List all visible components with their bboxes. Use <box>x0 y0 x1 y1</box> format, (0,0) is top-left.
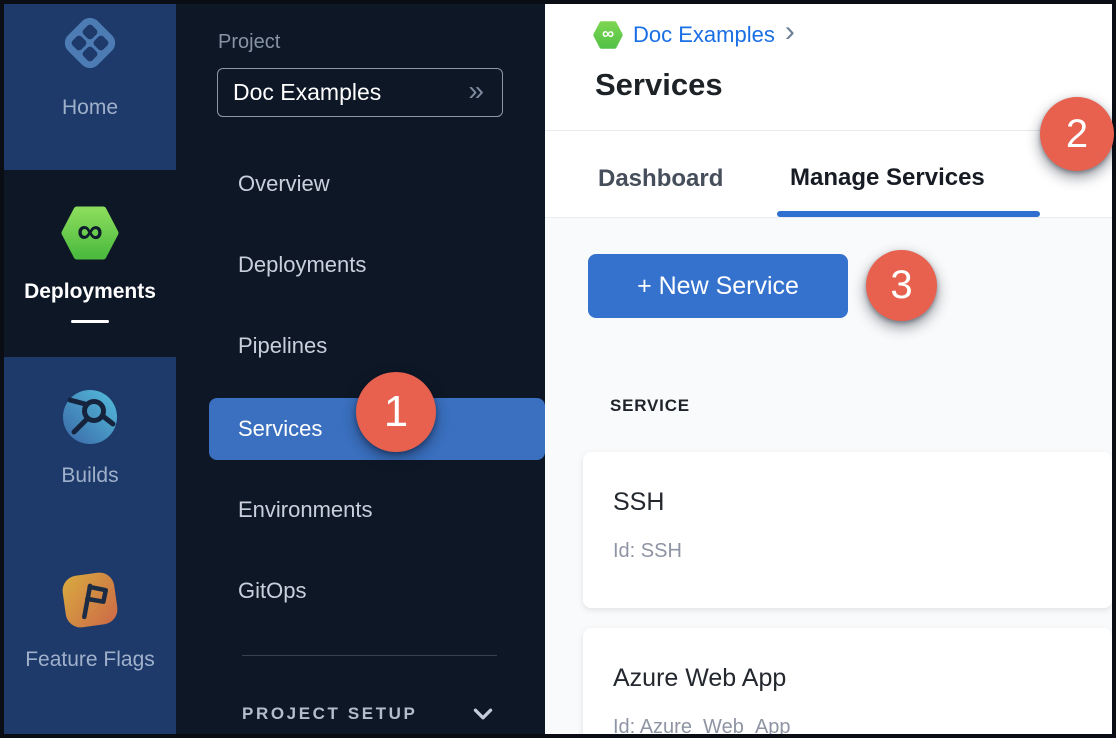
builds-icon[interactable] <box>61 388 119 446</box>
annotation-step-2-badge: 2 <box>1040 97 1114 171</box>
module-rail: Home ∞ Deployments <box>4 4 176 734</box>
breadcrumb-project-link[interactable]: Doc Examples <box>633 22 775 48</box>
new-service-button[interactable]: + New Service <box>588 254 848 318</box>
rail-item-deployments[interactable]: Deployments <box>4 280 176 304</box>
chevron-down-icon <box>470 701 496 727</box>
project-selector[interactable]: Doc Examples » <box>217 68 503 117</box>
annotation-step-3-badge: 3 <box>866 250 937 321</box>
sidebar-item-deployments[interactable]: Deployments <box>209 234 545 296</box>
service-card-azure-web-app[interactable]: Azure Web App Id: Azure_Web_App <box>583 628 1112 734</box>
rail-item-builds[interactable]: Builds <box>4 464 176 488</box>
sidebar-divider <box>242 655 497 656</box>
service-id: Id: SSH <box>613 540 682 563</box>
rail-item-home[interactable]: Home <box>4 96 176 120</box>
sidebar-item-overview[interactable]: Overview <box>209 153 545 215</box>
project-setup-label: PROJECT SETUP <box>242 704 418 724</box>
breadcrumb-chevron-icon: › <box>785 17 795 53</box>
sidebar-item-gitops[interactable]: GitOps <box>209 560 545 622</box>
app-window: Home ∞ Deployments <box>0 0 1116 738</box>
main-content: ∞ Doc Examples › Services Dashboard Mana… <box>545 4 1112 734</box>
header-divider <box>545 130 1112 131</box>
home-icon[interactable] <box>59 12 121 74</box>
breadcrumb: ∞ Doc Examples › <box>593 17 795 53</box>
sidebar-item-environments[interactable]: Environments <box>209 479 545 541</box>
double-chevron-icon: » <box>468 77 484 109</box>
tab-dashboard[interactable]: Dashboard <box>598 165 723 193</box>
project-sidebar: Project Doc Examples » Overview Deployme… <box>176 4 545 734</box>
deployments-icon[interactable]: ∞ <box>61 204 119 262</box>
project-hexagon-icon: ∞ <box>593 20 623 50</box>
rail-item-feature-flags[interactable]: Feature Flags <box>4 648 176 672</box>
service-name: Azure Web App <box>613 664 786 693</box>
tab-manage-services[interactable]: Manage Services <box>790 164 985 192</box>
active-module-underline <box>71 320 109 323</box>
project-name: Doc Examples <box>233 79 381 106</box>
service-id: Id: Azure_Web_App <box>613 716 791 734</box>
service-column-header: SERVICE <box>610 396 690 416</box>
infinity-glyph: ∞ <box>593 20 623 50</box>
page-title: Services <box>595 67 723 103</box>
service-name: SSH <box>613 488 664 517</box>
infinity-glyph: ∞ <box>61 204 119 262</box>
service-card-ssh[interactable]: SSH Id: SSH <box>583 452 1112 608</box>
annotation-step-1-badge: 1 <box>356 372 436 452</box>
services-list-panel: + New Service SERVICE SSH Id: SSH Azure … <box>545 217 1112 734</box>
project-label: Project <box>218 31 280 54</box>
sidebar-item-pipelines[interactable]: Pipelines <box>209 315 545 377</box>
feature-flags-icon[interactable] <box>58 568 121 631</box>
project-setup-toggle[interactable]: PROJECT SETUP <box>242 701 496 727</box>
active-module-background <box>4 170 176 357</box>
